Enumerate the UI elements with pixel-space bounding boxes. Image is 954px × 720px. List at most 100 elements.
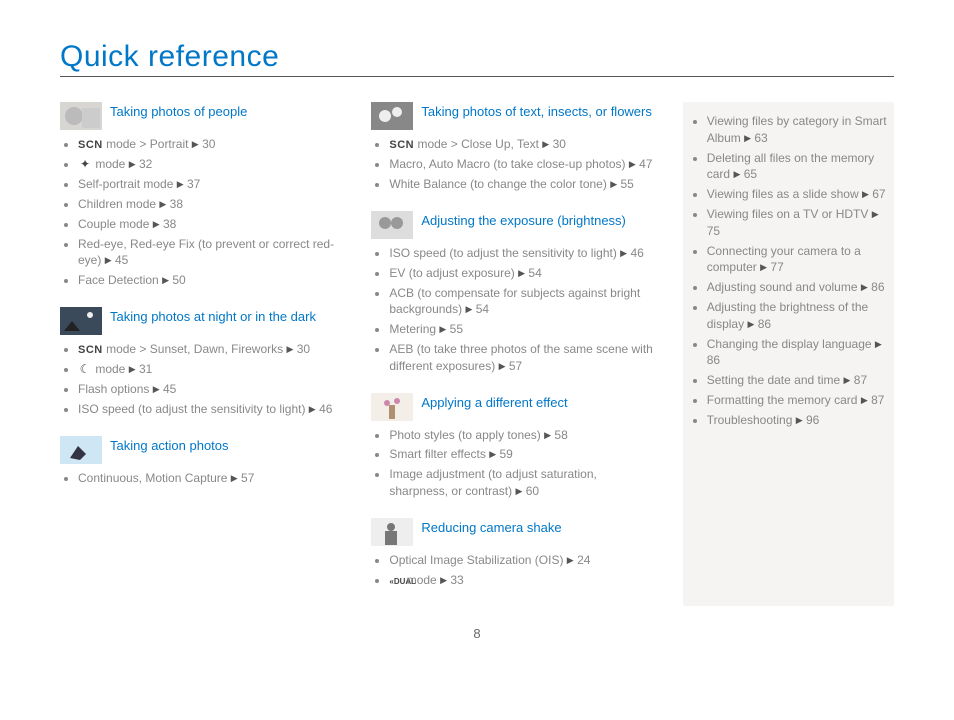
- page-ref-arrow: ▶: [620, 248, 627, 258]
- item-text: Face Detection: [78, 273, 159, 287]
- page-ref-arrow: ▶: [192, 139, 199, 149]
- page-ref[interactable]: 33: [450, 573, 463, 587]
- item-text: Metering: [389, 322, 436, 336]
- list-item: ✦ mode ▶ 32: [78, 156, 347, 173]
- page-ref[interactable]: 37: [187, 177, 200, 191]
- list-item: Children mode ▶ 38: [78, 196, 347, 213]
- section-title[interactable]: Taking photos at night or in the dark: [110, 307, 316, 325]
- page-ref[interactable]: 38: [163, 217, 176, 231]
- page-ref-arrow: ▶: [796, 415, 803, 425]
- page-ref[interactable]: 31: [139, 362, 152, 376]
- item-text: Smart filter effects: [389, 447, 485, 461]
- page-ref-arrow: ▶: [861, 282, 868, 292]
- section-title[interactable]: Adjusting the exposure (brightness): [421, 211, 626, 229]
- item-text: mode: [403, 573, 436, 587]
- list-item: ACB (to compensate for subjects against …: [389, 285, 658, 319]
- page-ref[interactable]: 75: [707, 224, 720, 238]
- list-item: Metering ▶ 55: [389, 321, 658, 338]
- section-header: Applying a different effect: [371, 393, 658, 421]
- item-text: Image adjustment (to adjust saturation, …: [389, 467, 596, 498]
- page-ref[interactable]: 45: [163, 382, 176, 396]
- list-item: Optical Image Stabilization (OIS) ▶ 24: [389, 552, 658, 569]
- page-ref-arrow: ▶: [309, 404, 316, 414]
- item-text: mode > Sunset, Dawn, Fireworks: [103, 342, 283, 356]
- page-ref[interactable]: 57: [509, 359, 522, 373]
- page-ref[interactable]: 38: [170, 197, 183, 211]
- section-title[interactable]: Applying a different effect: [421, 393, 567, 411]
- page-ref[interactable]: 67: [872, 187, 885, 201]
- section-header: Taking photos of people: [60, 102, 347, 130]
- list-item: Flash options ▶ 45: [78, 381, 347, 398]
- page-ref[interactable]: 86: [707, 353, 720, 367]
- page-ref[interactable]: 87: [871, 393, 884, 407]
- section-thumbnail: [60, 307, 102, 335]
- item-text: Formatting the memory card: [707, 393, 858, 407]
- page-ref[interactable]: 57: [241, 471, 254, 485]
- scn-label: SCN: [78, 344, 103, 356]
- page-ref-arrow: ▶: [177, 179, 184, 189]
- page-ref[interactable]: 47: [639, 157, 652, 171]
- mode-icon: ✦: [78, 156, 92, 173]
- section-header: Taking photos of text, insects, or flowe…: [371, 102, 658, 130]
- page-ref-arrow: ▶: [747, 319, 754, 329]
- page-ref[interactable]: 32: [139, 157, 152, 171]
- page-ref-arrow: ▶: [162, 275, 169, 285]
- page-ref-arrow: ▶: [862, 189, 869, 199]
- page-ref[interactable]: 55: [450, 322, 463, 336]
- column-2: Taking photos of text, insects, or flowe…: [371, 102, 658, 606]
- item-text: Adjusting the brightness of the display: [707, 300, 868, 331]
- list-item: Viewing files by category in Smart Album…: [707, 113, 888, 147]
- page-ref[interactable]: 58: [554, 428, 567, 442]
- list-item: SCN mode > Close Up, Text ▶ 30: [389, 136, 658, 153]
- list-item: Macro, Auto Macro (to take close-up phot…: [389, 156, 658, 173]
- section-title[interactable]: Reducing camera shake: [421, 518, 561, 536]
- item-text: Flash options: [78, 382, 149, 396]
- page-ref[interactable]: 96: [806, 413, 819, 427]
- page-ref[interactable]: 59: [499, 447, 512, 461]
- list-item: AEB (to take three photos of the same sc…: [389, 341, 658, 375]
- section-title[interactable]: Taking photos of people: [110, 102, 247, 120]
- list-item: Red-eye, Red-eye Fix (to prevent or corr…: [78, 236, 347, 270]
- page-ref[interactable]: 86: [871, 280, 884, 294]
- page-ref[interactable]: 63: [754, 131, 767, 145]
- item-text: Couple mode: [78, 217, 149, 231]
- page-ref[interactable]: 30: [202, 137, 215, 151]
- list-item: ISO speed (to adjust the sensitivity to …: [389, 245, 658, 262]
- page-ref[interactable]: 77: [770, 260, 783, 274]
- page-ref[interactable]: 54: [476, 302, 489, 316]
- page-ref[interactable]: 45: [115, 253, 128, 267]
- page-ref[interactable]: 60: [526, 484, 539, 498]
- page-ref-arrow: ▶: [489, 449, 496, 459]
- item-list: SCN mode > Sunset, Dawn, Fireworks ▶ 30☾…: [60, 341, 347, 418]
- page-ref[interactable]: 54: [528, 266, 541, 280]
- item-text: Troubleshooting: [707, 413, 793, 427]
- scn-label: SCN: [389, 139, 414, 151]
- page-ref-arrow: ▶: [518, 268, 525, 278]
- item-text: mode > Portrait: [103, 137, 189, 151]
- page-ref[interactable]: 30: [553, 137, 566, 151]
- page-ref-arrow: ▶: [861, 395, 868, 405]
- list-item: White Balance (to change the color tone)…: [389, 176, 658, 193]
- item-text: mode > Close Up, Text: [414, 137, 539, 151]
- item-list: SCN mode > Portrait ▶ 30✦ mode ▶ 32Self-…: [60, 136, 347, 289]
- list-item: Smart filter effects ▶ 59: [389, 446, 658, 463]
- item-text: Adjusting sound and volume: [707, 280, 858, 294]
- list-item: Changing the display language ▶ 86: [707, 336, 888, 370]
- page-ref[interactable]: 86: [758, 317, 771, 331]
- page-ref[interactable]: 55: [620, 177, 633, 191]
- item-text: Children mode: [78, 197, 156, 211]
- page-ref[interactable]: 30: [297, 342, 310, 356]
- section-title[interactable]: Taking photos of text, insects, or flowe…: [421, 102, 652, 120]
- page-ref[interactable]: 24: [577, 553, 590, 567]
- page-ref[interactable]: 46: [630, 246, 643, 260]
- section-title[interactable]: Taking action photos: [110, 436, 229, 454]
- page-ref[interactable]: 50: [172, 273, 185, 287]
- page-ref-arrow: ▶: [440, 575, 447, 585]
- page-ref-arrow: ▶: [542, 139, 549, 149]
- list-item: Troubleshooting ▶ 96: [707, 412, 888, 429]
- section-thumbnail: [371, 518, 413, 546]
- page-ref[interactable]: 87: [854, 373, 867, 387]
- page-ref-arrow: ▶: [844, 375, 851, 385]
- page-ref[interactable]: 46: [319, 402, 332, 416]
- page-ref[interactable]: 65: [744, 167, 757, 181]
